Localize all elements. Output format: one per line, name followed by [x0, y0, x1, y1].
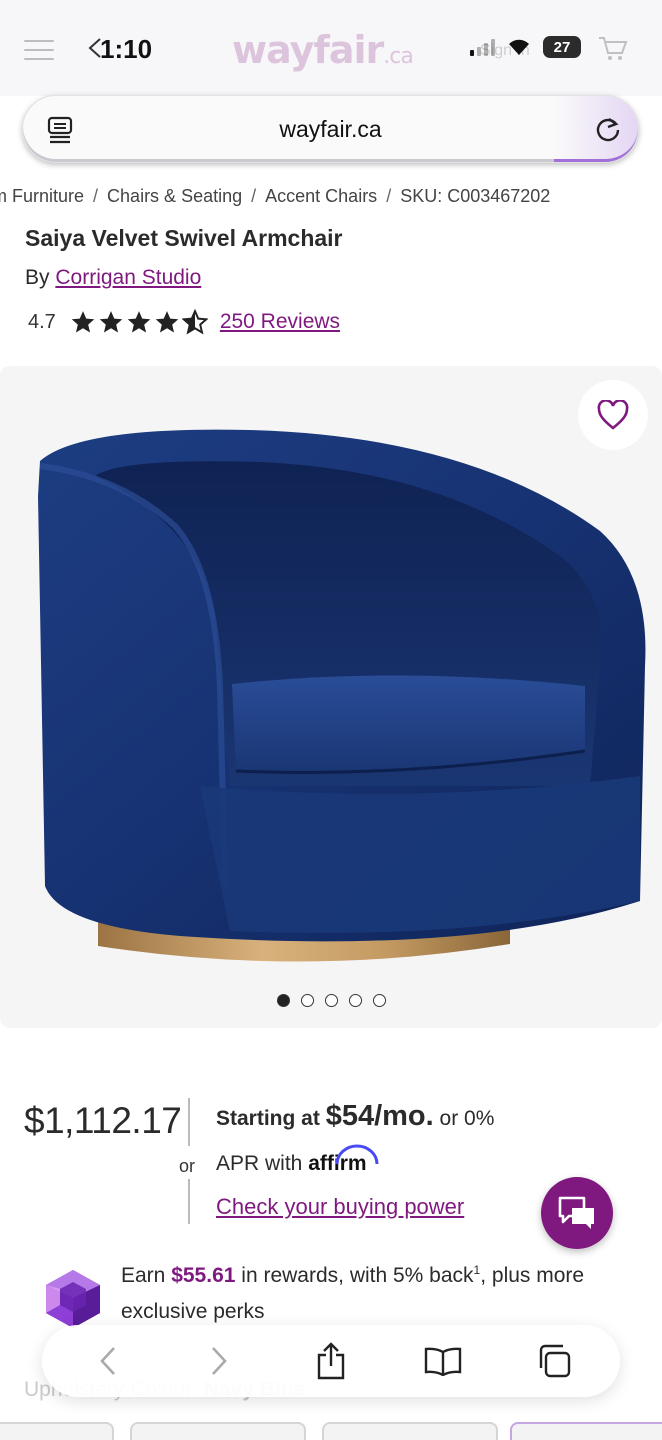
gallery-dot[interactable]: [324, 994, 338, 1007]
chevron-left-icon: [100, 1347, 115, 1375]
gallery-pagination: [0, 994, 662, 1007]
tabs-button[interactable]: [524, 1331, 584, 1391]
or-label: or: [179, 1154, 196, 1179]
breadcrumb-sku: SKU: C003467202: [400, 186, 551, 206]
open-book-icon: [424, 1347, 461, 1376]
financing-line-1: Starting at $54/mo. or 0%: [216, 1100, 494, 1133]
star-rating[interactable]: [70, 309, 208, 335]
gallery-dot[interactable]: [372, 994, 386, 1007]
brand-link[interactable]: Corrigan Studio: [55, 266, 201, 289]
forward-button[interactable]: [189, 1331, 249, 1391]
gallery-dot[interactable]: [300, 994, 314, 1007]
price-divider: [188, 1178, 190, 1224]
colour-swatch[interactable]: [322, 1422, 498, 1440]
battery-level: 27: [553, 38, 571, 56]
share-icon: [317, 1342, 345, 1380]
chat-button[interactable]: [541, 1177, 613, 1249]
favorite-button[interactable]: [578, 380, 648, 450]
or-zero-label: or 0%: [439, 1107, 495, 1130]
bookmarks-button[interactable]: [413, 1331, 473, 1391]
by-prefix: By: [25, 266, 50, 289]
back-button[interactable]: [78, 1331, 138, 1391]
colour-swatch[interactable]: [130, 1422, 306, 1440]
check-buying-power-link[interactable]: Check your buying power: [216, 1194, 464, 1220]
share-button[interactable]: [301, 1331, 361, 1391]
product-image-armchair[interactable]: [0, 366, 662, 966]
rewards-gem-icon: [46, 1270, 100, 1328]
star-half-icon: [181, 309, 208, 335]
wayfair-logo[interactable]: wayfair.ca: [232, 28, 414, 72]
product-price: $1,112.17: [24, 1100, 182, 1141]
product-title: Saiya Velvet Swivel Armchair: [25, 225, 343, 251]
rewards-amount: $55.61: [171, 1264, 236, 1287]
price-divider: [188, 1098, 190, 1146]
chat-bubbles-icon: [558, 1196, 594, 1229]
star-full-icon: [71, 311, 95, 333]
rating-value: 4.7: [28, 310, 56, 333]
browser-address-bar[interactable]: wayfair.ca: [22, 95, 639, 163]
financing-line-2: APR with affirm: [216, 1144, 379, 1176]
breadcrumb-item-chairs-seating[interactable]: Chairs & Seating: [107, 186, 242, 206]
status-bar: wayfair.ca Sign In 1:10 27: [0, 0, 662, 96]
brand-line: By Corrigan Studio: [25, 266, 201, 290]
logo-text: wayfair: [232, 28, 384, 72]
star-full-icon: [99, 311, 123, 333]
star-full-icon: [155, 311, 179, 333]
monthly-price: $54/mo.: [325, 1100, 434, 1132]
breadcrumb-item-furniture[interactable]: m Furniture: [0, 186, 84, 206]
status-icons: 27: [470, 36, 581, 58]
tabs-icon: [539, 1344, 571, 1378]
colour-swatches: [0, 1422, 662, 1440]
wifi-icon: [509, 39, 529, 55]
browser-toolbar: [42, 1325, 620, 1397]
breadcrumb-separator: /: [386, 186, 392, 206]
affirm-arc-icon: [335, 1144, 379, 1165]
starting-at-label: Starting at: [216, 1107, 320, 1130]
logo-tld: .ca: [383, 44, 414, 69]
affirm-logo: affirm: [308, 1144, 379, 1175]
reviews-link[interactable]: 250 Reviews: [220, 310, 340, 334]
gallery-dot[interactable]: [276, 994, 290, 1007]
url-text[interactable]: wayfair.ca: [23, 116, 638, 143]
breadcrumb-separator: /: [251, 186, 257, 206]
star-full-icon: [127, 311, 151, 333]
rewards-earn: Earn: [121, 1264, 166, 1287]
breadcrumb-separator: /: [93, 186, 99, 206]
colour-swatch-selected[interactable]: [510, 1422, 662, 1440]
breadcrumb: m Furniture / Chairs & Seating / Accent Chai…: [0, 186, 662, 207]
heart-icon: [597, 400, 629, 430]
colour-swatch[interactable]: [0, 1422, 114, 1440]
breadcrumb-item-accent-chairs[interactable]: Accent Chairs: [265, 186, 377, 206]
chevron-right-icon: [212, 1347, 228, 1375]
rating-row: 4.7 250 Reviews: [28, 309, 340, 335]
product-image-gallery[interactable]: [0, 366, 662, 1028]
hamburger-menu-icon[interactable]: [24, 40, 54, 62]
clock: 1:10: [100, 34, 153, 64]
rewards-text: Earn $55.61 in rewards, with 5% back1, p…: [121, 1252, 621, 1330]
apr-with-label: APR with: [216, 1152, 303, 1175]
rewards-mid: in rewards, with 5% back: [241, 1264, 474, 1287]
battery-indicator: 27: [543, 36, 581, 58]
cart-icon[interactable]: [598, 36, 628, 62]
gallery-dot[interactable]: [348, 994, 362, 1007]
cellular-signal-icon: [470, 38, 495, 56]
reload-icon[interactable]: [594, 115, 622, 143]
